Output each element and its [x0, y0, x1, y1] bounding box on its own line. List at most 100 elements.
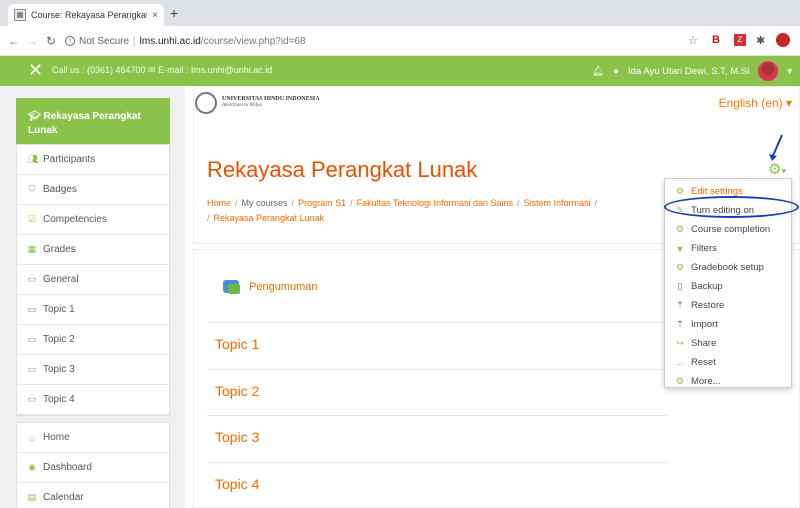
puzzle-icon[interactable]: ✱	[756, 34, 765, 47]
users-icon: 👥︎	[27, 154, 39, 164]
folder-icon: ▭	[27, 334, 37, 344]
folder-icon: ▭	[27, 304, 37, 314]
sidebar-item-label: Competencies	[43, 214, 107, 225]
reload-icon[interactable]: ↻	[46, 34, 56, 48]
menu-item-backup[interactable]: ▯ Backup	[665, 277, 791, 296]
menu-item-label: More...	[691, 376, 721, 387]
sidebar-item-participants[interactable]: 👥︎ Participants	[17, 145, 169, 175]
gear-icon: ⚙	[675, 186, 685, 196]
logo-tagline: Amertham tu Widya	[222, 103, 262, 108]
topic-title[interactable]: Topic 2	[215, 383, 259, 399]
menu-item-label: Import	[691, 319, 718, 330]
sidebar-item-label: Home	[43, 432, 70, 443]
site-navbar: ✕ Call us : (0361) 464700 ✉ E-mail : lms…	[0, 56, 800, 86]
profile-avatar[interactable]	[776, 33, 790, 47]
tab-close-icon[interactable]: ×	[152, 10, 158, 21]
sidebar-item-topic-2[interactable]: ▭ Topic 2	[17, 325, 169, 355]
sidebar-item-grades[interactable]: ▦ Grades	[17, 235, 169, 265]
star-icon[interactable]: ☆	[688, 34, 698, 47]
breadcrumb-course[interactable]: Rekayasa Perangkat Lunak	[214, 213, 325, 223]
extension-b-icon[interactable]: Z	[734, 34, 746, 46]
menu-item-label: Restore	[691, 300, 725, 311]
topic-title[interactable]: Topic 1	[215, 336, 259, 352]
gear-icon: ⚙	[675, 224, 685, 234]
upload-icon: ⇡	[676, 319, 684, 329]
breadcrumb-program[interactable]: Program S1	[298, 198, 346, 208]
topic-section: Topic 2	[207, 369, 667, 415]
menu-item-reset[interactable]: ← Reset	[665, 353, 791, 372]
annotation-highlight	[664, 196, 799, 218]
sidebar-item-badges[interactable]: ⛉ Badges	[17, 175, 169, 205]
folder-icon: ▭	[27, 394, 37, 404]
sidebar-item-general[interactable]: ▭ General	[17, 265, 169, 295]
sidebar-item-competencies[interactable]: ☑ Competencies	[17, 205, 169, 235]
logo-name: UNIVERSITAS HINDU INDONESIA	[222, 96, 320, 102]
sidebar-item-home[interactable]: ⌂ Home	[17, 423, 169, 453]
bell-icon[interactable]: 🔔︎	[592, 66, 604, 77]
forum-icon	[223, 280, 240, 294]
file-icon: ▯	[677, 281, 683, 291]
menu-item-gradebook-setup[interactable]: ⚙ Gradebook setup	[665, 258, 791, 277]
close-drawer-icon[interactable]: ✕	[28, 60, 43, 81]
topic-title[interactable]: Topic 3	[215, 429, 259, 445]
sidebar-item-label: Topic 4	[43, 394, 75, 405]
browser-tab-bar: ▦ Course: Rekayasa Perangkat L × +	[0, 0, 800, 26]
topic-section: Topic 4	[207, 462, 667, 508]
sidebar-item-dashboard[interactable]: ◉ Dashboard	[17, 453, 169, 483]
sidebar-item-topic-3[interactable]: ▭ Topic 3	[17, 355, 169, 385]
url-path: /course/view.php?id=68	[200, 35, 306, 47]
chevron-down-icon[interactable]: ▾	[787, 66, 792, 77]
url-input[interactable]: i Not Secure | lms.unhi.ac.id/course/vie…	[65, 30, 685, 52]
new-tab-button[interactable]: +	[170, 5, 178, 21]
breadcrumb-home[interactable]: Home	[207, 198, 231, 208]
sidebar-course-nav: 👥︎ Participants ⛉ Badges ☑ Competencies ▦ Gr…	[16, 144, 170, 416]
message-icon[interactable]: ●	[613, 66, 619, 77]
announcement-label: Pengumuman	[249, 280, 318, 293]
menu-item-more[interactable]: ⚙ More...	[665, 372, 791, 391]
filter-icon: ▼	[675, 243, 685, 254]
folder-icon: ▭	[27, 364, 37, 374]
menu-item-course-completion[interactable]: ⚙ Course completion	[665, 220, 791, 239]
menu-item-filters[interactable]: ▼ Filters	[665, 239, 791, 258]
topic-title[interactable]: Topic 4	[215, 476, 259, 492]
avatar[interactable]	[758, 61, 779, 81]
upload-icon: ⇡	[676, 300, 684, 310]
tab-title: Course: Rekayasa Perangkat L	[31, 10, 148, 20]
gear-icon: ⚙	[675, 262, 685, 272]
forward-arrow-icon[interactable]: →	[26, 34, 38, 48]
table-icon: ▦	[27, 244, 37, 254]
sidebar-item-calendar[interactable]: ▤ Calendar	[17, 483, 169, 508]
graduation-cap-icon: 🎓︎	[28, 111, 44, 122]
menu-item-share[interactable]: ↪ Share	[665, 334, 791, 353]
breadcrumb-my-courses[interactable]: My courses	[242, 198, 288, 208]
extension-a-icon[interactable]: B	[712, 34, 720, 46]
breadcrumb-dept[interactable]: Sistem Informasi	[524, 198, 591, 208]
menu-item-restore[interactable]: ⇡ Restore	[665, 296, 791, 315]
breadcrumb-faculty[interactable]: Fakultas Teknologi Informasi dan Sains	[357, 198, 513, 208]
sidebar-item-topic-1[interactable]: ▭ Topic 1	[17, 295, 169, 325]
sidebar-site-nav: ⌂ Home ◉ Dashboard ▤ Calendar	[16, 422, 170, 508]
topic-section: Topic 3	[207, 415, 667, 461]
sidebar-item-label: Calendar	[43, 492, 84, 503]
menu-item-label: Course completion	[691, 224, 771, 235]
info-icon[interactable]: i	[65, 36, 75, 46]
not-secure-label: Not Secure	[79, 35, 130, 47]
home-icon: ⌂	[29, 432, 35, 443]
user-name[interactable]: Ida Ayu Utari Dewi, S.T, M.Si	[628, 66, 749, 77]
language-menu[interactable]: English (en) ▾	[719, 96, 792, 110]
back-arrow-icon[interactable]: ←	[8, 34, 20, 48]
university-logo-icon[interactable]	[195, 92, 217, 114]
sidebar-item-label: Participants	[43, 154, 96, 165]
menu-item-label: Gradebook setup	[691, 262, 764, 273]
checkbox-icon: ☑	[27, 214, 37, 224]
sidebar-item-topic-4[interactable]: ▭ Topic 4	[17, 385, 169, 415]
menu-item-label: Reset	[691, 357, 716, 368]
browser-tab[interactable]: ▦ Course: Rekayasa Perangkat L ×	[8, 4, 164, 26]
menu-item-import[interactable]: ⇡ Import	[665, 315, 791, 334]
breadcrumb: Home / My courses / Program S1/Fakultas Tekn…	[207, 198, 598, 223]
announcement-link[interactable]: Pengumuman	[223, 280, 318, 294]
gear-icon: ⚙	[675, 376, 685, 386]
menu-item-label: Share	[691, 338, 717, 349]
gear-icon[interactable]: ⚙▾	[768, 160, 786, 178]
sidebar-item-label: Topic 2	[43, 334, 75, 345]
